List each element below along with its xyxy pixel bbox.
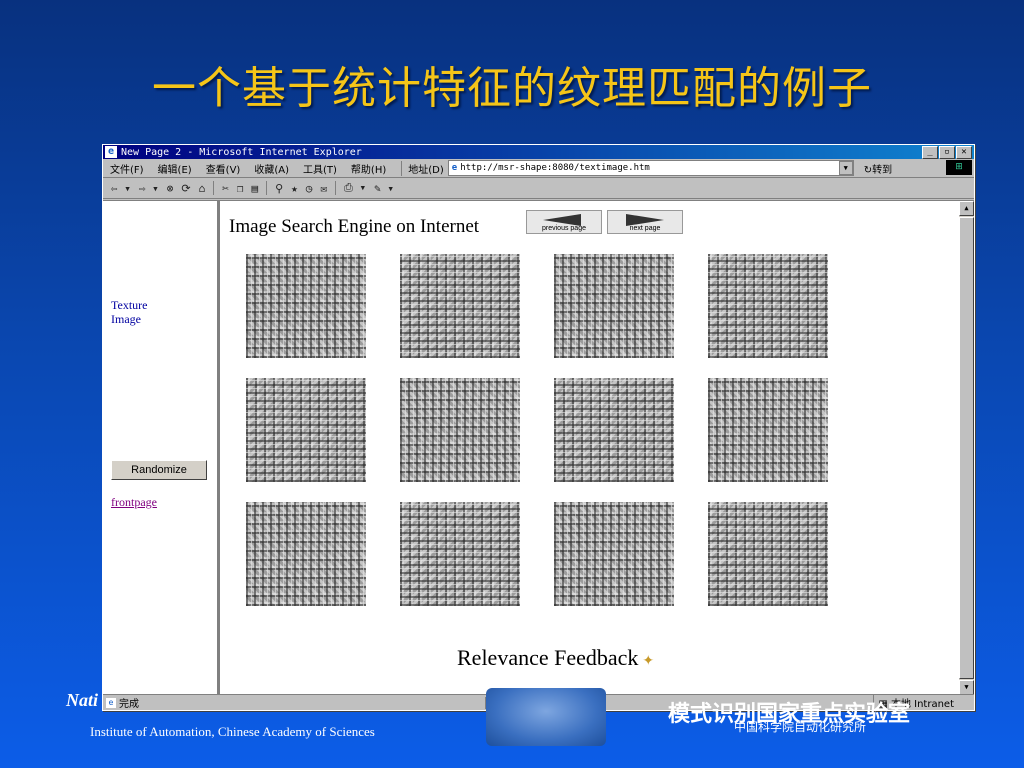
address-bar[interactable]: e http://msr-shape:8080/textimage.htm ▼	[447, 160, 854, 176]
browser-window: e New Page 2 - Microsoft Internet Explor…	[102, 144, 975, 711]
menu-help[interactable]: 帮助(H)	[344, 161, 393, 176]
texture-thumbnail[interactable]	[400, 378, 520, 482]
menu-view[interactable]: 查看(V)	[199, 161, 248, 176]
stop-icon[interactable]: ⊗	[167, 182, 174, 195]
toolbar: ⇦ ▾ ⇨ ▾ ⊗ ⟳ ⌂ ✂ ❐ ▤ ⚲ ★ ◷ ✉ ⎙ ▾ ✎ ▾	[103, 178, 974, 199]
menu-edit[interactable]: 编辑(E)	[151, 161, 199, 176]
address-dropdown-icon[interactable]: ▼	[838, 161, 853, 175]
page-content: Texture Image Randomize frontpage Image …	[103, 200, 974, 695]
edit-icon[interactable]: ✎ ▾	[374, 182, 394, 195]
relevance-feedback-label: Relevance Feedback ✦	[457, 645, 655, 670]
refresh-icon[interactable]: ⟳	[181, 182, 190, 195]
texture-thumbnail[interactable]	[554, 378, 674, 482]
go-button[interactable]: ↻转到	[864, 161, 892, 176]
page-heading: Image Search Engine on Internet	[229, 216, 480, 237]
texture-thumbnail[interactable]	[400, 254, 520, 358]
address-label: 地址(D)	[401, 160, 444, 176]
history-icon[interactable]: ◷	[306, 182, 313, 195]
scroll-up-icon[interactable]: ▲	[959, 201, 974, 216]
texture-thumbnail[interactable]	[554, 254, 674, 358]
main-frame: Image Search Engine on Internet previous…	[221, 201, 957, 695]
menu-bar: 文件(F) 编辑(E) 查看(V) 收藏(A) 工具(T) 帮助(H) 地址(D…	[103, 159, 974, 178]
menu-file[interactable]: 文件(F)	[103, 161, 151, 176]
scroll-down-icon[interactable]: ▼	[959, 680, 974, 695]
minimize-button[interactable]: _	[922, 146, 938, 159]
toolbar-separator	[266, 181, 268, 195]
vertical-scrollbar[interactable]: ▲ ▼	[958, 201, 974, 695]
search-icon[interactable]: ⚲	[275, 182, 283, 195]
page-status-icon: e	[106, 697, 116, 708]
paste-icon[interactable]: ▤	[251, 182, 258, 195]
footer-left-text: Nati	[66, 690, 99, 710]
texture-thumbnail[interactable]	[246, 254, 366, 358]
randomize-button[interactable]: Randomize	[111, 460, 207, 480]
feedback-icon[interactable]: ✦	[642, 654, 654, 669]
home-icon[interactable]: ⌂	[199, 182, 206, 195]
texture-thumbnail[interactable]	[708, 502, 828, 606]
footer-cas: 中国科学院自动化研究所	[734, 720, 867, 734]
title-bar[interactable]: e New Page 2 - Microsoft Internet Explor…	[103, 145, 974, 159]
texture-thumbnail[interactable]	[708, 378, 828, 482]
texture-thumbnail[interactable]	[246, 378, 366, 482]
texture-thumbnail[interactable]	[246, 502, 366, 606]
texture-thumbnail[interactable]	[708, 254, 828, 358]
favorites-icon[interactable]: ★	[291, 182, 298, 195]
print-icon[interactable]: ⎙ ▾	[344, 181, 366, 195]
slide-title: 一个基于统计特征的纹理匹配的例子	[152, 63, 872, 114]
maximize-button[interactable]: ▫	[939, 146, 955, 159]
menu-favorites[interactable]: 收藏(A)	[247, 161, 296, 176]
close-button[interactable]: ✕	[956, 146, 972, 159]
page-icon: e	[451, 163, 458, 173]
window-title: New Page 2 - Microsoft Internet Explorer	[121, 146, 362, 158]
back-icon[interactable]: ⇦ ▾	[111, 182, 131, 195]
ie-icon: e	[105, 146, 117, 158]
scroll-thumb[interactable]	[959, 217, 974, 679]
institute-seal-logo	[486, 688, 606, 746]
mail-icon[interactable]: ✉	[320, 182, 327, 195]
next-page-button[interactable]: next page	[607, 210, 683, 234]
toolbar-separator	[213, 181, 215, 195]
menu-tools[interactable]: 工具(T)	[296, 161, 344, 176]
windows-logo-icon: ⊞	[946, 160, 972, 175]
previous-page-button[interactable]: previous page	[526, 210, 602, 234]
toolbar-separator	[335, 181, 337, 195]
forward-icon[interactable]: ⇨ ▾	[139, 182, 159, 195]
left-frame: Texture Image Randomize frontpage	[103, 201, 220, 695]
status-text: 完成	[119, 699, 139, 710]
texture-thumbnail[interactable]	[400, 502, 520, 606]
address-url[interactable]: http://msr-shape:8080/textimage.htm	[460, 163, 650, 173]
copy-icon[interactable]: ❐	[237, 182, 244, 195]
texture-thumbnail[interactable]	[554, 502, 674, 606]
frontpage-link[interactable]: frontpage	[111, 495, 157, 510]
footer-institute: Institute of Automation, Chinese Academy…	[90, 724, 375, 739]
cut-icon[interactable]: ✂	[222, 182, 229, 195]
go-arrow-icon: ↻	[863, 164, 873, 176]
texture-image-link[interactable]: Texture Image	[111, 298, 171, 326]
